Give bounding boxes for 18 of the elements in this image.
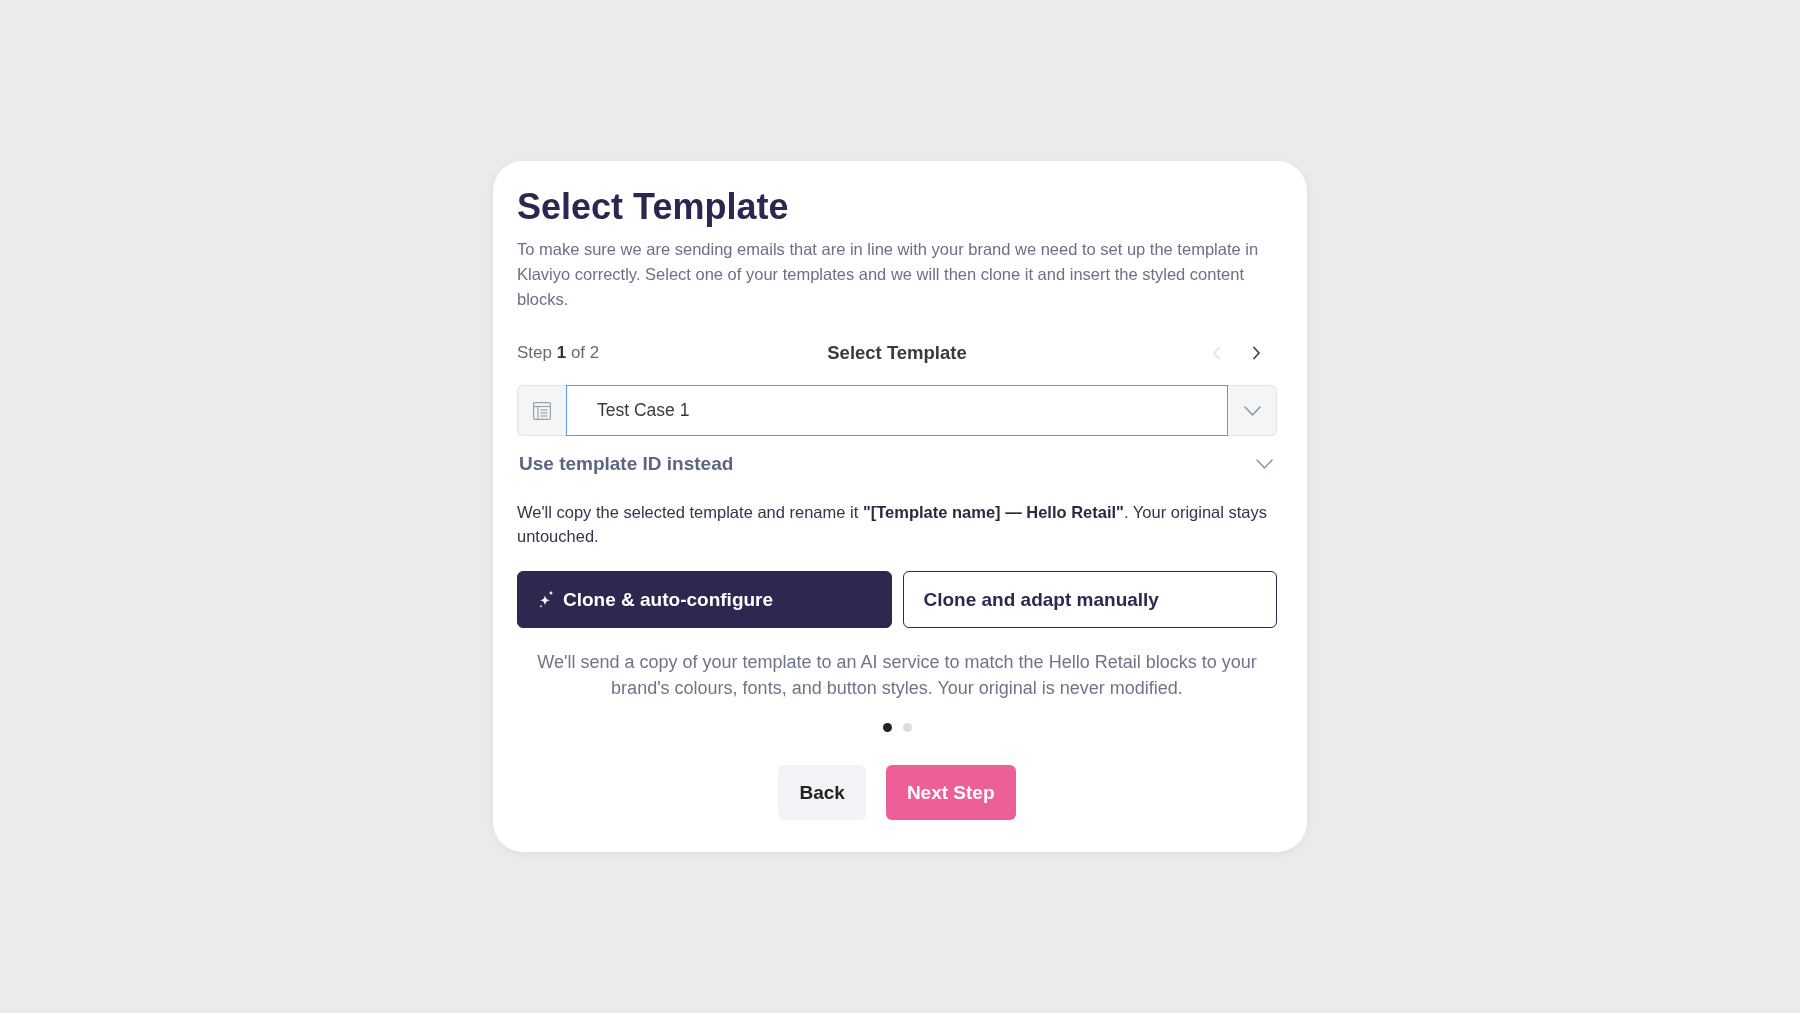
dialog-title: Select Template [517,185,790,229]
rename-note: We'll copy the selected template and rename it "[Template name] — Hello Retail". Your original stays untouched. [517,502,1269,547]
dialog-description: To make sure we are sending emails that are in line with your brand we need to set up the template in Klaviyo correctly. Select one of your templates and we will then clone it and insert the styled content blocks. [517,239,1260,310]
pager-dot[interactable] [882,723,892,732]
dropdown-chevron-icon [1243,405,1261,416]
back-button[interactable]: Back [778,765,866,820]
template-id-toggle[interactable]: Use template ID instead [517,451,1277,477]
expand-chevron-icon [1256,459,1273,469]
sparkle-icon [538,590,555,609]
list-layout-icon [533,401,551,420]
mode-description: We'll send a copy of your template to an AI service to match the Hello Retail blocks to your brand's colours, fonts, and button styles. Your original is never modified. [536,651,1258,700]
step-counter: Step 1 of 2 [517,343,600,363]
template-select[interactable]: Test Case 1 [566,385,1228,436]
step-title: Select Template [827,342,967,364]
mode-option-button[interactable]: Clone and adapt manually [902,571,1277,628]
template-id-toggle-label: Use template ID instead [519,453,734,475]
mode-option-button[interactable]: Clone & auto-configure [517,571,892,628]
pager-dot[interactable] [902,723,912,732]
